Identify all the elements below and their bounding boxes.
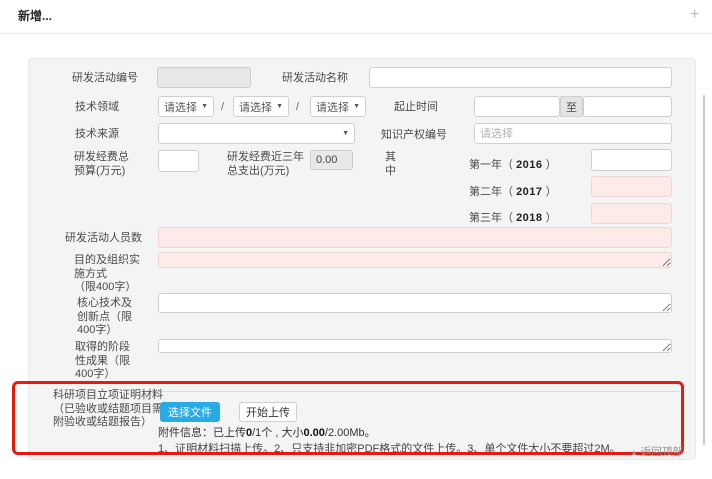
budget-label: 研发经费总 预算(万元) <box>74 151 129 178</box>
activity-name-label: 研发活动名称 <box>282 72 348 86</box>
activity-no-label: 研发活动编号 <box>72 72 138 86</box>
year2-value: 2017 <box>516 186 542 198</box>
expense-3y-label-line2: 总支出(万元) <box>227 165 289 177</box>
select-placeholder: 请选择 <box>316 99 349 115</box>
year3-input[interactable] <box>591 203 672 224</box>
budget-label-line2: 预算(万元) <box>74 165 125 177</box>
back-to-top-label: 返回顶部 <box>641 446 683 458</box>
back-to-top-link[interactable]: ▲返回顶部 <box>630 444 683 459</box>
date-to-addon: 至 <box>560 96 583 117</box>
upload-section-divider <box>146 391 680 392</box>
select-placeholder: 请选择 <box>164 99 197 115</box>
stage-results-label-line1: 取得的阶段 <box>75 341 130 353</box>
stage-results-label-line3: 400字） <box>75 368 115 380</box>
activity-name-input[interactable] <box>369 67 672 88</box>
attachment-info: 附件信息：已上传0/1个 , 大小0.00/2.00Mb。 <box>158 424 376 440</box>
purpose-label-line2: 施方式 <box>74 268 107 280</box>
upload-label-line1: 科研项目立项证明材料 <box>53 389 163 401</box>
budget-input[interactable] <box>158 150 199 172</box>
year3-prefix: 第三年（ <box>469 212 516 224</box>
date-range-label: 起止时间 <box>394 101 438 115</box>
core-tech-label-line3: 400字） <box>77 324 117 336</box>
ip-no-label: 知识产权编号 <box>381 129 447 143</box>
attachment-info-mid: /1个 , 大小 <box>252 427 303 439</box>
year2-input[interactable] <box>591 176 672 197</box>
purpose-label: 目的及组织实 施方式 （限400字） <box>74 254 140 295</box>
year3-value: 2018 <box>516 212 542 224</box>
header-divider <box>0 33 712 34</box>
tech-field-select-1[interactable]: 请选择 ▼ <box>158 96 214 117</box>
upload-instructions: 1、证明材料扫描上传。2、只支持非加密PDF格式的文件上传。3、单个文件大小不要… <box>158 440 621 456</box>
year1-suffix: ） <box>543 159 557 171</box>
chevron-down-icon: ▼ <box>276 103 283 110</box>
plus-icon[interactable]: + <box>690 6 699 24</box>
among-label: 其 中 <box>385 151 396 178</box>
upload-label-line2: （已验收或结题项目需 <box>53 403 163 415</box>
budget-label-line1: 研发经费总 <box>74 151 129 163</box>
vertical-scrollbar[interactable] <box>703 95 705 445</box>
personnel-input[interactable] <box>158 227 672 248</box>
chevron-down-icon: ▼ <box>353 103 360 110</box>
expense-3y-label: 研发经费近三年 总支出(万元) <box>227 151 304 178</box>
personnel-label: 研发活动人员数 <box>65 232 142 246</box>
year3-suffix: ） <box>543 212 557 224</box>
tech-source-label: 技术来源 <box>75 128 119 142</box>
tech-field-select-3[interactable]: 请选择 ▼ <box>310 96 366 117</box>
year2-label: 第二年（ 2017 ） <box>469 183 557 199</box>
field-separator: / <box>221 101 224 113</box>
attachment-info-prefix: 附件信息：已上传 <box>158 427 246 439</box>
year3-label: 第三年（ 2018 ） <box>469 209 557 225</box>
start-upload-button[interactable]: 开始上传 <box>239 402 297 422</box>
year1-value: 2016 <box>516 159 542 171</box>
year1-input[interactable] <box>591 149 672 171</box>
among-label-line1: 其 <box>385 151 396 163</box>
year2-prefix: 第二年（ <box>469 186 516 198</box>
tech-field-label: 技术领域 <box>75 101 119 115</box>
page: 新增... + 研发活动编号 研发活动名称 技术领域 请选择 ▼ / 请选择 ▼… <box>0 0 712 479</box>
expense-3y-field: 0.00 <box>310 150 353 170</box>
upload-label-line3: 附验收或结题报告） <box>53 416 152 428</box>
purpose-label-line3: （限400字） <box>74 281 136 293</box>
year2-suffix: ） <box>543 186 557 198</box>
date-from-input[interactable] <box>474 96 560 117</box>
chevron-down-icon: ▼ <box>342 130 349 137</box>
stage-results-label: 取得的阶段 性成果（限 400字） <box>75 341 130 382</box>
page-title: 新增... <box>18 7 52 24</box>
core-tech-label: 核心技术及 创新点（限 400字） <box>77 297 132 338</box>
uploaded-size: 0.00 <box>303 427 324 439</box>
year1-prefix: 第一年（ <box>469 159 516 171</box>
upload-section-label: 科研项目立项证明材料 （已验收或结题项目需 附验收或结题报告） <box>53 389 163 430</box>
activity-no-field <box>157 67 251 88</box>
stage-results-textarea[interactable] <box>158 339 672 353</box>
among-label-line2: 中 <box>385 165 396 177</box>
tech-source-select[interactable]: ▼ <box>158 123 355 144</box>
core-tech-label-line1: 核心技术及 <box>77 297 132 309</box>
tech-field-select-2[interactable]: 请选择 ▼ <box>233 96 289 117</box>
arrow-up-icon: ▲ <box>630 448 638 457</box>
purpose-textarea[interactable] <box>158 252 672 268</box>
core-tech-textarea[interactable] <box>158 293 672 313</box>
select-placeholder: 请选择 <box>239 99 272 115</box>
choose-file-button[interactable]: 选择文件 <box>160 402 220 422</box>
expense-3y-label-line1: 研发经费近三年 <box>227 151 304 163</box>
field-separator: / <box>296 101 299 113</box>
chevron-down-icon: ▼ <box>201 103 208 110</box>
purpose-label-line1: 目的及组织实 <box>74 254 140 266</box>
stage-results-label-line2: 性成果（限 <box>75 355 130 367</box>
attachment-info-suffix: /2.00Mb。 <box>325 427 376 439</box>
ip-no-input[interactable] <box>474 123 672 144</box>
year1-label: 第一年（ 2016 ） <box>469 156 557 172</box>
date-to-input[interactable] <box>583 96 672 117</box>
core-tech-label-line2: 创新点（限 <box>77 311 132 323</box>
